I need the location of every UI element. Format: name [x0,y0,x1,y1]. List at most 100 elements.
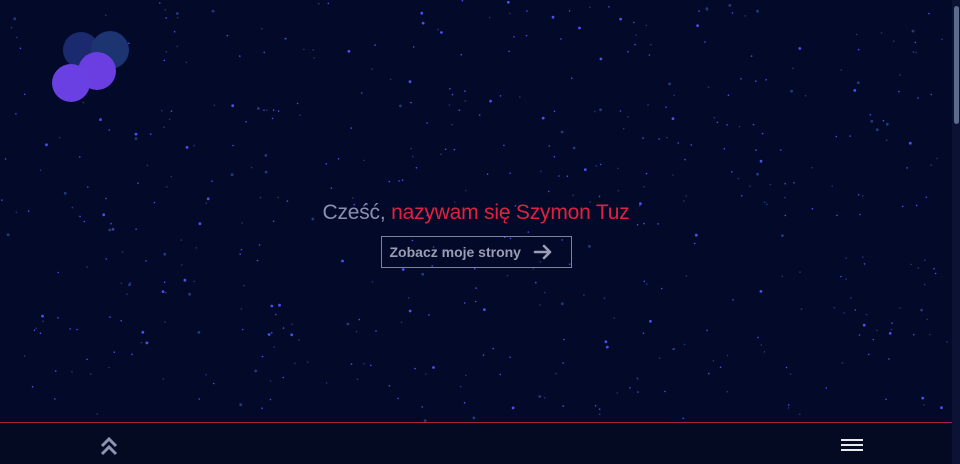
star [555,372,557,375]
star [374,44,376,46]
star [163,126,165,128]
star [682,417,684,420]
star [726,354,729,357]
star [740,78,742,80]
star [4,158,7,160]
star [685,275,688,277]
star [649,319,652,323]
star [562,405,564,407]
star [414,367,416,370]
star [756,9,759,13]
star [599,163,602,166]
star [198,398,201,400]
star [440,31,443,34]
star [356,378,359,381]
star [911,29,915,33]
star [737,177,740,180]
star [464,90,466,92]
star [312,49,315,51]
star [787,407,790,409]
star [532,268,535,270]
star [583,168,587,172]
star [261,407,263,410]
star [613,317,615,319]
star [568,10,571,12]
star [141,330,145,334]
star [784,182,786,185]
star [888,332,892,335]
star [513,36,515,38]
star [898,90,900,93]
star [622,127,625,130]
star [707,86,710,89]
star [183,278,187,282]
star [346,322,350,326]
star [325,382,328,384]
star [804,94,807,97]
star [917,97,919,99]
star [856,81,860,85]
star [448,104,451,106]
star [250,166,253,169]
star [831,185,833,187]
star [876,329,878,332]
star [58,136,61,139]
star [440,153,442,155]
star [408,309,412,313]
star [270,304,274,308]
star [464,100,467,102]
hamburger-menu-icon[interactable] [841,439,863,453]
star [713,116,716,119]
star [449,88,451,90]
star [347,49,351,53]
star [185,61,188,64]
logo-circle [52,64,90,102]
star [39,169,42,171]
star [706,9,708,11]
star [616,392,618,394]
star [506,0,510,4]
star [105,14,107,16]
star [704,41,706,43]
star [560,130,564,134]
star [15,113,17,115]
star [99,118,102,121]
star [899,307,901,309]
see-my-sites-button[interactable]: Zobacz moje strony [380,236,572,268]
star [120,282,123,285]
star [673,94,675,97]
star [759,159,763,163]
scrollbar[interactable] [952,0,960,464]
star [756,172,759,176]
star [478,114,481,116]
star [633,21,635,24]
star [929,333,931,336]
star [732,299,734,301]
double-chevron-up-icon[interactable] [98,435,120,457]
star [16,36,18,39]
star [473,267,476,270]
scrollbar-thumb[interactable] [954,6,959,124]
star [637,378,639,380]
star [780,149,782,151]
star [617,190,620,192]
star [572,194,574,197]
star [401,268,405,271]
star [232,144,234,147]
star [930,93,933,96]
hero-section: Cześć, nazywam się Szymon Tuz Zobacz moj… [0,0,952,422]
greeting-prefix: Cześć, [322,201,386,224]
star [899,74,901,76]
star [421,21,425,25]
star [723,148,726,150]
star [619,17,622,21]
star [726,124,728,126]
star [399,104,402,108]
logo[interactable] [50,28,134,108]
star [411,155,414,158]
star [325,163,328,165]
star [757,336,759,339]
star [840,69,842,71]
star [432,366,435,369]
star [389,78,392,81]
